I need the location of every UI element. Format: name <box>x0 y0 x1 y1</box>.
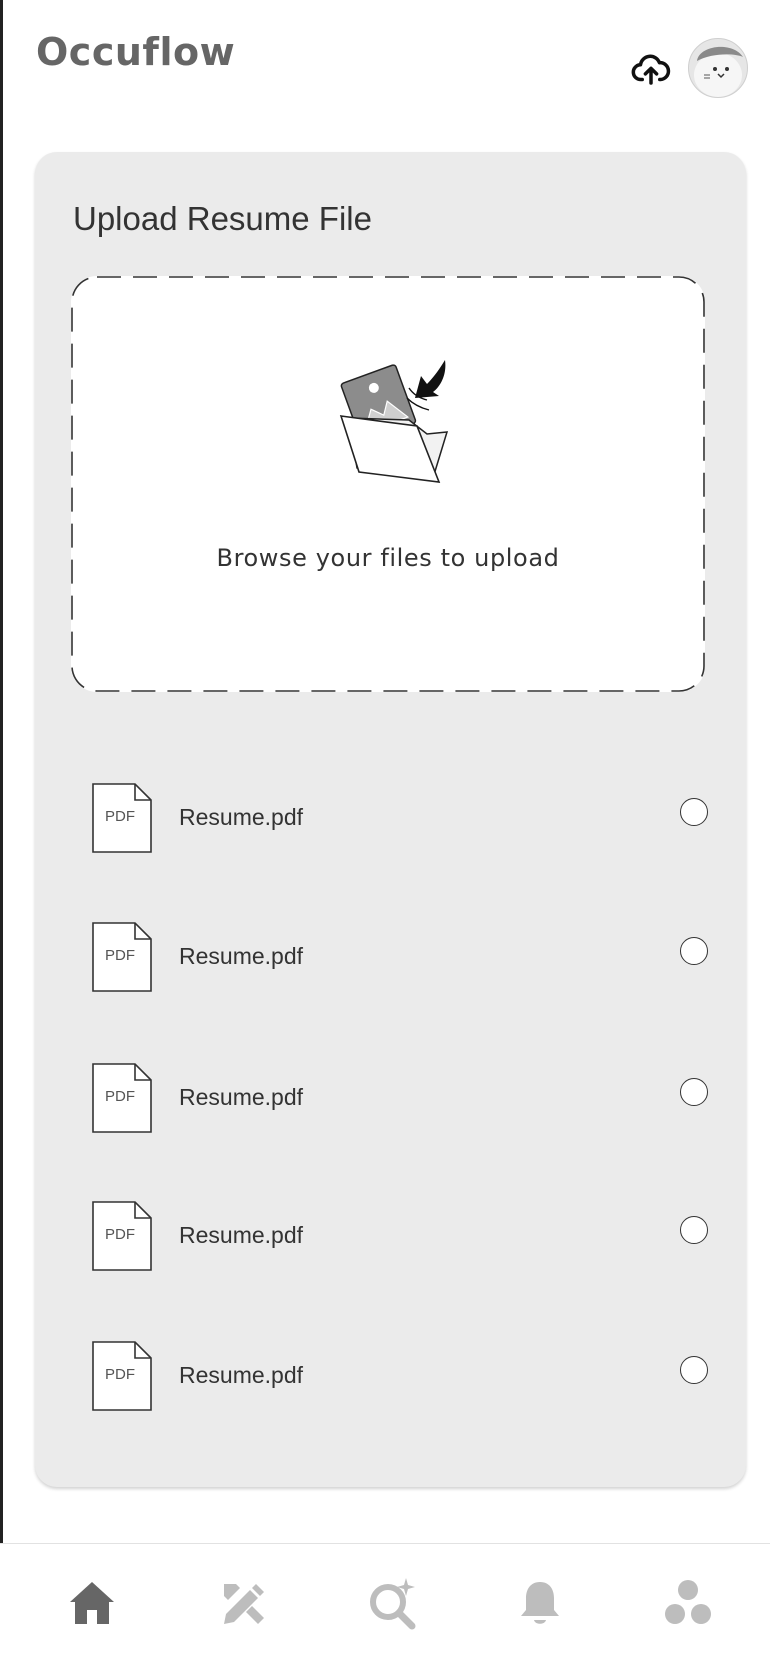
file-select-radio[interactable] <box>680 1356 708 1384</box>
home-icon[interactable] <box>62 1572 122 1632</box>
window-left-edge <box>0 0 3 1672</box>
pdf-file-icon: PDF <box>91 782 153 854</box>
file-name: Resume.pdf <box>179 1222 304 1248</box>
pdf-type-label: PDF <box>105 1088 135 1105</box>
file-select-radio[interactable] <box>680 937 708 965</box>
pdf-file-icon: PDF <box>91 1062 153 1134</box>
file-select-radio[interactable] <box>680 798 708 826</box>
card-title: Upload Resume File <box>73 200 372 237</box>
bell-icon[interactable] <box>510 1572 570 1632</box>
list-item[interactable]: PDF Resume.pdf <box>35 782 746 854</box>
pdf-type-label: PDF <box>105 1366 135 1383</box>
pdf-file-icon: PDF <box>91 1200 153 1272</box>
file-name: Resume.pdf <box>179 804 304 830</box>
pdf-type-label: PDF <box>105 1226 135 1243</box>
file-dropzone[interactable]: Browse your files to upload <box>71 276 705 692</box>
pdf-type-label: PDF <box>105 947 135 964</box>
browse-files-text[interactable]: Browse your files to upload <box>71 544 705 572</box>
edit-tools-icon[interactable] <box>212 1572 272 1632</box>
file-select-radio[interactable] <box>680 1078 708 1106</box>
list-item[interactable]: PDF Resume.pdf <box>35 1062 746 1134</box>
bottom-navigation <box>0 1543 770 1673</box>
pdf-type-label: PDF <box>105 808 135 825</box>
search-sparkle-icon[interactable] <box>362 1572 422 1632</box>
file-select-radio[interactable] <box>680 1216 708 1244</box>
list-item[interactable]: PDF Resume.pdf <box>35 1340 746 1412</box>
cloud-upload-icon[interactable] <box>630 48 672 90</box>
avatar[interactable] <box>688 38 748 98</box>
list-item[interactable]: PDF Resume.pdf <box>35 1200 746 1272</box>
community-icon[interactable] <box>658 1572 718 1632</box>
upload-resume-card: Upload Resume File Browse your files to … <box>35 152 746 1487</box>
app-title: Occuflow <box>36 30 236 74</box>
file-name: Resume.pdf <box>179 1084 304 1110</box>
file-name: Resume.pdf <box>179 943 304 969</box>
folder-upload-illustration <box>329 352 459 492</box>
pdf-file-icon: PDF <box>91 921 153 993</box>
file-name: Resume.pdf <box>179 1362 304 1388</box>
list-item[interactable]: PDF Resume.pdf <box>35 921 746 993</box>
pdf-file-icon: PDF <box>91 1340 153 1412</box>
